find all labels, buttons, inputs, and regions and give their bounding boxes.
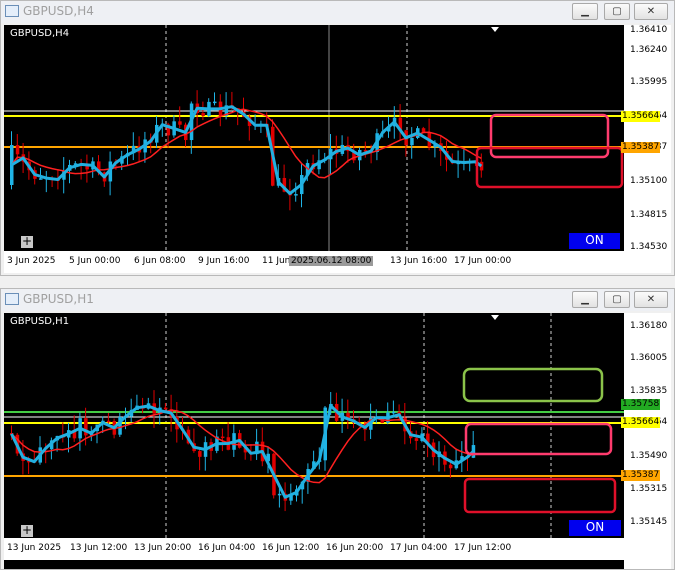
scroll-marker-icon	[491, 27, 499, 32]
zone-rectangle	[463, 477, 617, 514]
time-tick-label: 3 Jun 2025	[7, 256, 56, 266]
candle-body	[106, 420, 111, 423]
time-tick-label: 6 Jun 08:00	[134, 256, 186, 266]
price-tick-label: 1.35100	[630, 176, 668, 186]
price-tick-label: 1.35995	[630, 77, 668, 87]
zigzag-line	[10, 105, 483, 196]
time-tick-label: 17 Jun 04:00	[390, 543, 448, 553]
price-axis: 1.36180 1.36005 1.35835 1.35664 1.35490 1.353…	[624, 313, 671, 569]
time-tick-label: 9 Jun 16:00	[198, 256, 250, 266]
time-axis: 3 Jun 2025 5 Jun 00:00 6 Jun 08:00 9 Jun 16…	[4, 251, 624, 273]
price-tick-label: 1.35315	[630, 484, 668, 494]
price-level-label: 1.35664	[621, 111, 661, 122]
chart-window-icon	[5, 293, 19, 305]
zone-rectangle	[462, 367, 604, 403]
candle-body	[294, 194, 298, 196]
zone-rectangle	[464, 422, 613, 456]
time-tick-label: 16 Jun 04:00	[198, 543, 256, 553]
maximize-button[interactable]: ▢	[604, 3, 630, 20]
close-button[interactable]: ✕	[634, 291, 668, 308]
candle-body	[198, 451, 202, 457]
time-tick-label: 11 Jun	[262, 256, 291, 266]
crosshair-time-label: 2025.06.12 08:00	[289, 256, 374, 266]
maximize-button[interactable]: ▢	[604, 291, 630, 308]
time-tick-label: 13 Jun 2025	[7, 543, 62, 553]
candle-body	[277, 493, 282, 496]
candle-body	[410, 137, 414, 146]
time-tick-label: 17 Jun 00:00	[454, 256, 512, 266]
candle-body	[414, 438, 419, 441]
candle-body	[178, 121, 182, 125]
zone-rectangle	[475, 146, 624, 189]
price-level-label: 1.35664	[621, 417, 661, 428]
price-tick-label: 1.34815	[630, 210, 668, 220]
chart-window-h4: GBPUSD,H4 ▁ ▢ ✕ GBPUSD,H4 1.36410 1.36240…	[0, 0, 675, 276]
candle-body	[220, 436, 225, 439]
price-level-label: 1.35387	[621, 142, 661, 153]
time-tick-label: 16 Jun 12:00	[262, 543, 320, 553]
candle-body	[163, 407, 168, 410]
candle-body	[15, 145, 20, 155]
price-level-label: 1.35387	[621, 470, 661, 481]
window-title: GBPUSD,H4	[23, 4, 94, 18]
candle-body	[213, 101, 217, 104]
time-tick-label: 17 Jun 12:00	[454, 543, 512, 553]
close-button[interactable]: ✕	[634, 3, 668, 20]
minimize-button[interactable]: ▁	[572, 291, 598, 308]
chart-window-h1: GBPUSD,H1 ▁ ▢ ✕ GBPUSD,H1 1.36180 1.36005…	[0, 288, 675, 570]
on-button[interactable]: ON	[569, 233, 620, 249]
candle-body	[201, 113, 205, 116]
price-tick-label: 1.36180	[630, 321, 668, 331]
time-tick-label: 16 Jun 20:00	[326, 543, 384, 553]
minimize-button[interactable]: ▁	[572, 3, 598, 20]
time-tick-label: 5 Jun 00:00	[69, 256, 121, 266]
price-tick-label: 1.36005	[630, 353, 668, 363]
price-tick-label: 1.35490	[630, 451, 668, 461]
on-button[interactable]: ON	[569, 520, 621, 536]
time-axis: 13 Jun 2025 13 Jun 12:00 13 Jun 20:00 16 Ju…	[4, 538, 624, 560]
price-tick-label: 1.34530	[630, 242, 668, 252]
price-level-label: 1.35758	[621, 399, 661, 410]
symbol-label: GBPUSD,H1	[10, 316, 70, 327]
price-chart[interactable]: GBPUSD,H1 1.361801.360051.358351.356641.…	[4, 313, 671, 569]
window-titlebar[interactable]: GBPUSD,H1 ▁ ▢ ✕	[1, 289, 674, 311]
expand-icon[interactable]: +	[21, 235, 33, 248]
zone-rectangle	[489, 113, 610, 159]
window-titlebar[interactable]: GBPUSD,H4 ▁ ▢ ✕	[1, 1, 674, 23]
price-tick-label: 1.36410	[630, 25, 668, 35]
symbol-label: GBPUSD,H4	[10, 28, 70, 39]
scroll-marker-icon	[491, 315, 499, 320]
candle-body	[391, 411, 396, 414]
candle-body	[39, 178, 43, 180]
price-chart[interactable]: GBPUSD,H4 1.36410 1.36240 1.35995 1.35664 1.…	[4, 25, 671, 273]
time-tick-label: 13 Jun 20:00	[134, 543, 192, 553]
candle-body	[448, 464, 453, 469]
chart-window-icon	[5, 5, 19, 17]
window-title: GBPUSD,H1	[23, 292, 94, 306]
time-tick-label: 13 Jun 16:00	[390, 256, 448, 266]
price-tick-label: 1.35145	[630, 517, 668, 527]
price-tick-label: 1.36240	[630, 45, 668, 55]
time-tick-label: 13 Jun 12:00	[70, 543, 128, 553]
price-tick-label: 1.35835	[630, 386, 668, 396]
expand-icon[interactable]: +	[21, 524, 33, 537]
